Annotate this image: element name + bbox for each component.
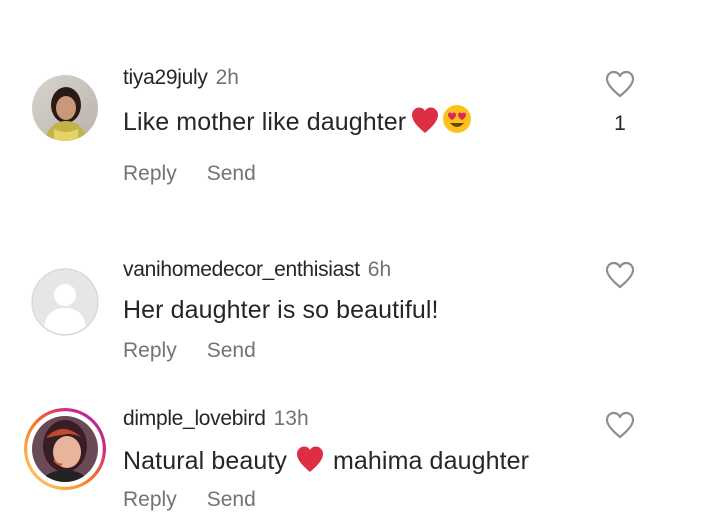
- like-count: 1: [614, 112, 626, 135]
- avatar[interactable]: [31, 268, 99, 336]
- heart-eyes-emoji: [442, 104, 472, 134]
- username[interactable]: tiya29july: [123, 66, 208, 89]
- username[interactable]: vanihomedecor_enthisiast: [123, 258, 360, 281]
- like-heart-icon[interactable]: [604, 69, 636, 99]
- send-button[interactable]: Send: [207, 162, 256, 185]
- avatar[interactable]: [32, 75, 98, 141]
- reply-button[interactable]: Reply: [123, 339, 177, 362]
- timestamp: 6h: [367, 258, 392, 281]
- comment-text-body: Like mother like daughter: [123, 108, 407, 136]
- comment-header: dimple_lovebird 13h: [123, 407, 309, 431]
- comment-actions: Reply Send: [123, 339, 256, 363]
- send-button[interactable]: Send: [207, 488, 256, 511]
- comment-text: Her daughter is so beautiful!: [123, 295, 439, 325]
- comment-actions: Reply Send: [123, 162, 256, 186]
- comment-actions: Reply Send: [123, 488, 256, 512]
- reply-button[interactable]: Reply: [123, 162, 177, 185]
- like-heart-icon[interactable]: [604, 260, 636, 290]
- red-heart-emoji: [410, 106, 440, 134]
- comment-text-body: Natural beauty: [123, 447, 287, 475]
- comment-text-body: mahima daughter: [333, 447, 530, 475]
- red-heart-emoji: [295, 445, 325, 473]
- send-button[interactable]: Send: [207, 339, 256, 362]
- comment-text: Natural beauty mahima daughter: [123, 445, 529, 476]
- timestamp: 13h: [273, 407, 309, 430]
- comment-header: vanihomedecor_enthisiast 6h: [123, 258, 391, 282]
- comment-text-body: Her daughter is so beautiful!: [123, 296, 439, 324]
- username[interactable]: dimple_lovebird: [123, 407, 266, 430]
- comment-header: tiya29july 2h: [123, 66, 239, 90]
- avatar-with-story-ring[interactable]: [24, 408, 106, 490]
- reply-button[interactable]: Reply: [123, 488, 177, 511]
- timestamp: 2h: [215, 66, 239, 89]
- like-heart-icon[interactable]: [604, 410, 636, 440]
- comment-text: Like mother like daughter: [123, 104, 472, 137]
